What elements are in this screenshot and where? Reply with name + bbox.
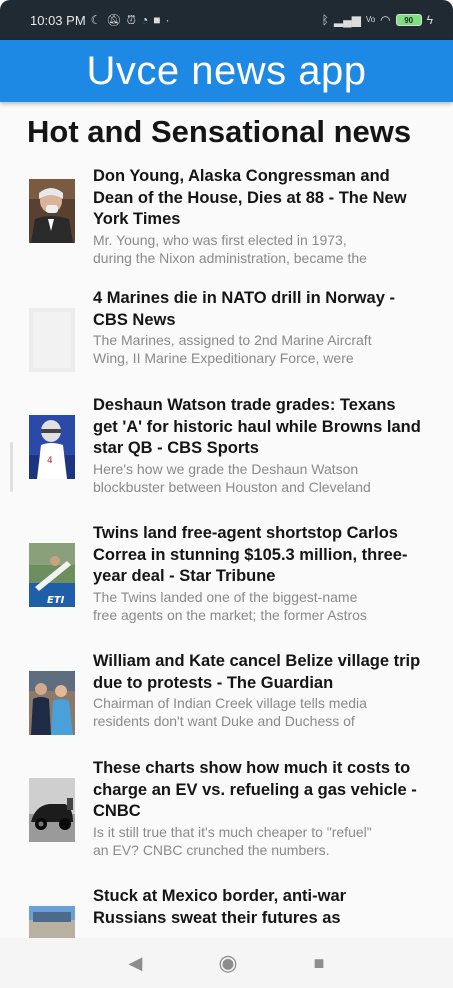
article-thumbnail: 4 bbox=[29, 415, 75, 479]
article-description: The Twins landed one of the biggest-name bbox=[93, 588, 358, 605]
article-thumbnail bbox=[29, 179, 75, 243]
recents-icon[interactable]: ■ bbox=[314, 954, 325, 972]
silent-icon: 🔕︎ bbox=[106, 13, 122, 27]
article-description: during the Nixon administration, became … bbox=[93, 249, 367, 266]
list-item[interactable]: ETI Twins land free-agent shortstop Carl… bbox=[0, 523, 453, 651]
article-description: The Marines, assigned to 2nd Marine Airc… bbox=[93, 332, 372, 348]
article-description: blockbuster between Houston and Clevelan… bbox=[93, 478, 371, 495]
status-right: ᛒ ▂▄▆ Vo ◠ 90 ϟ bbox=[322, 14, 433, 26]
article-title: William and Kate cancel Belize village t… bbox=[93, 652, 421, 692]
article-text: William and Kate cancel Belize village t… bbox=[93, 651, 423, 730]
signal-icon: ▂▄▆ bbox=[333, 13, 361, 27]
article-thumbnail bbox=[29, 308, 75, 372]
dot-icon: · bbox=[165, 13, 170, 27]
home-icon[interactable]: ◉ bbox=[218, 952, 237, 974]
app-screen: 10:03 PM ☾ 🔕︎ ⏰︎ ◔ ■ · ᛒ ▂▄▆ Vo ◠ 90 ϟ U… bbox=[0, 0, 453, 988]
article-description: Chairman of Indian Creek village tells m… bbox=[93, 695, 367, 711]
article-thumbnail bbox=[29, 906, 75, 938]
article-title: Don Young, Alaska Congressman and Dean o… bbox=[93, 167, 407, 228]
article-thumbnail bbox=[29, 671, 75, 735]
moon-icon: ☾ bbox=[90, 13, 102, 27]
status-bar: 10:03 PM ☾ 🔕︎ ⏰︎ ◔ ■ · ᛒ ▂▄▆ Vo ◠ 90 ϟ bbox=[0, 0, 453, 40]
article-text: Twins land free-agent shortstop Carlos C… bbox=[93, 523, 423, 624]
list-item[interactable]: Don Young, Alaska Congressman and Dean o… bbox=[0, 166, 453, 288]
article-description: an EV? CNBC crunched the numbers. bbox=[93, 841, 330, 858]
article-text: Deshaun Watson trade grades: Texans get … bbox=[93, 395, 423, 496]
article-thumbnail bbox=[29, 778, 75, 842]
article-title: These charts show how much it costs to c… bbox=[93, 759, 417, 820]
article-text: 4 Marines die in NATO drill in Norway - … bbox=[93, 288, 423, 367]
navigation-bar: ◀ ◉ ■ bbox=[0, 938, 453, 988]
app-title: Uvce news app bbox=[86, 48, 367, 93]
app-bar: Uvce news app bbox=[0, 40, 453, 102]
news-content[interactable]: Hot and Sensational news Don Young, Alas… bbox=[0, 102, 453, 938]
article-thumbnail: ETI bbox=[29, 543, 75, 607]
list-item[interactable]: Stuck at Mexico border, anti-war Russian… bbox=[0, 886, 453, 938]
bluetooth-icon: ᛒ bbox=[321, 13, 329, 27]
article-description: residents don't want Duke and Duchess of bbox=[93, 713, 355, 729]
article-text: Don Young, Alaska Congressman and Dean o… bbox=[93, 166, 423, 267]
sync-icon: ◔ bbox=[141, 13, 149, 27]
article-title: Deshaun Watson trade grades: Texans get … bbox=[93, 396, 421, 457]
list-item[interactable]: 4 Deshaun Watson trade grades: Texans ge… bbox=[0, 395, 453, 523]
article-text: These charts show how much it costs to c… bbox=[93, 758, 423, 859]
list-item[interactable]: William and Kate cancel Belize village t… bbox=[0, 651, 453, 758]
article-title: Stuck at Mexico border, anti-war Russian… bbox=[93, 887, 347, 927]
alarm-icon: ⏰︎ bbox=[126, 13, 137, 27]
article-description: Here's how we grade the Deshaun Watson bbox=[93, 460, 359, 477]
vowifi-icon: Vo bbox=[365, 15, 376, 24]
article-text: Stuck at Mexico border, anti-war Russian… bbox=[93, 886, 423, 929]
article-description: free agents on the market; the former As… bbox=[93, 606, 367, 623]
article-description: Is it still true that it's much cheaper … bbox=[93, 823, 372, 840]
article-title: Twins land free-agent shortstop Carlos C… bbox=[93, 524, 408, 585]
back-icon[interactable]: ◀ bbox=[129, 954, 143, 972]
charging-icon: ϟ bbox=[426, 13, 433, 27]
status-time: 10:03 PM bbox=[30, 12, 86, 28]
section-title: Hot and Sensational news bbox=[27, 114, 412, 149]
battery-icon: 90 bbox=[395, 14, 422, 26]
camera-icon: ■ bbox=[153, 13, 161, 27]
svg-text:4: 4 bbox=[47, 456, 53, 466]
article-description: Mr. Young, who was first elected in 1973… bbox=[93, 231, 347, 248]
news-list: Don Young, Alaska Congressman and Dean o… bbox=[0, 166, 453, 938]
wifi-icon: ◠ bbox=[380, 13, 391, 27]
status-left: 10:03 PM ☾ 🔕︎ ⏰︎ ◔ ■ · bbox=[30, 13, 170, 28]
svg-text:ETI: ETI bbox=[47, 595, 65, 606]
article-title: 4 Marines die in NATO drill in Norway - … bbox=[93, 289, 395, 329]
list-item[interactable]: 4 Marines die in NATO drill in Norway - … bbox=[0, 288, 453, 395]
list-item[interactable]: These charts show how much it costs to c… bbox=[0, 758, 453, 886]
article-description: Wing, II Marine Expeditionary Force, wer… bbox=[93, 350, 354, 366]
